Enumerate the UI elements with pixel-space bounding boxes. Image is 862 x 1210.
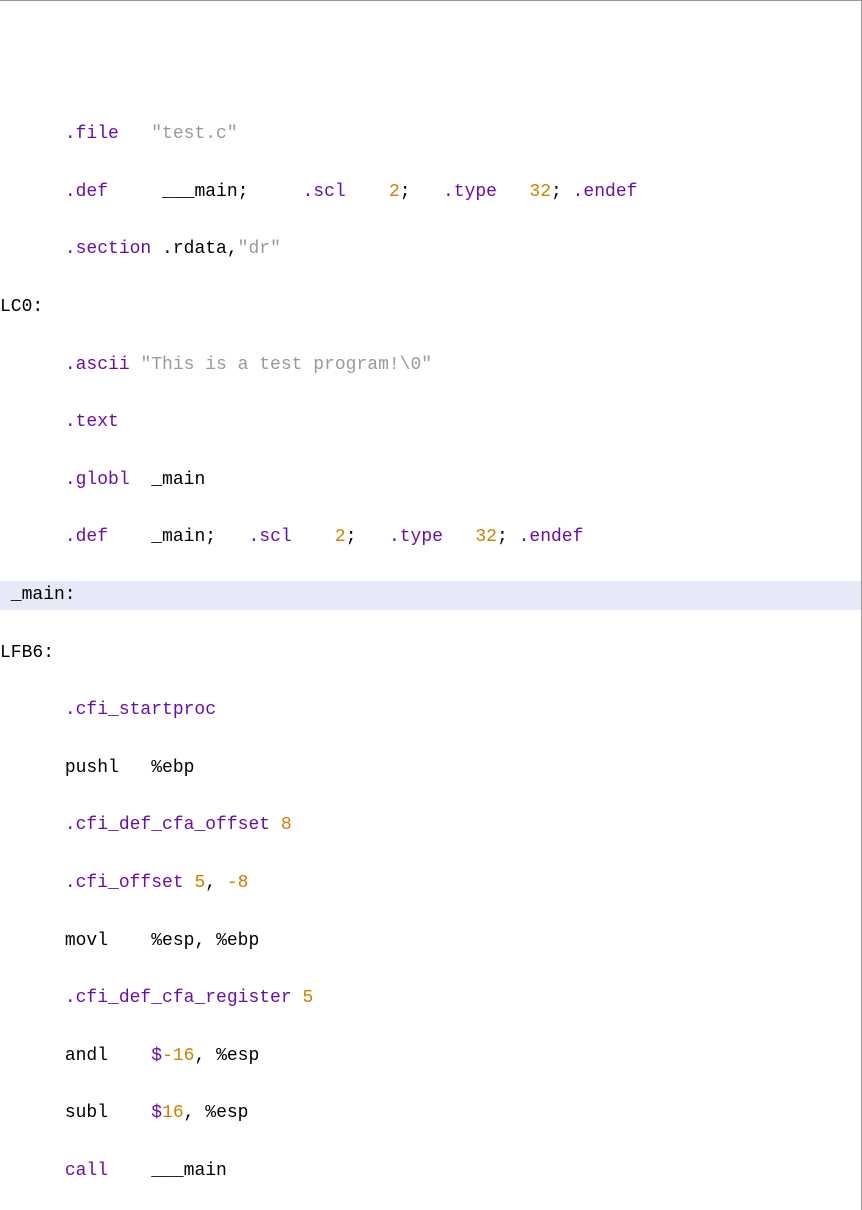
string-literal: "This is a test program!\0" — [140, 355, 432, 375]
opcode: call — [65, 1161, 108, 1181]
number: 5 — [194, 873, 205, 893]
code-line: movl %esp, %ebp — [0, 927, 861, 956]
dollar: $ — [151, 1046, 162, 1066]
register: %ebp — [151, 758, 194, 778]
directive: .globl — [65, 470, 130, 490]
number: 2 — [389, 182, 400, 202]
code-line-highlighted: _main: — [0, 581, 861, 610]
code-line: .cfi_startproc — [0, 696, 861, 725]
directive: .ascii — [65, 355, 130, 375]
code-line: LC0: — [0, 293, 861, 322]
directive: .endef — [519, 527, 584, 547]
directive: .cfi_offset — [65, 873, 184, 893]
register: %ebp — [216, 931, 259, 951]
register: %esp — [151, 931, 194, 951]
directive: .endef — [573, 182, 638, 202]
directive: .cfi_startproc — [65, 700, 216, 720]
code-line: .text — [0, 408, 861, 437]
identifier: _main — [151, 470, 205, 490]
opcode: movl — [65, 931, 108, 951]
number: -16 — [162, 1046, 194, 1066]
number: 8 — [281, 815, 292, 835]
directive: .cfi_def_cfa_offset — [65, 815, 270, 835]
code-line: .section .rdata,"dr" — [0, 235, 861, 264]
identifier: _main — [151, 527, 205, 547]
register: %esp — [216, 1046, 259, 1066]
number: 5 — [302, 988, 313, 1008]
string-literal: "test.c" — [151, 124, 237, 144]
code-line: .cfi_def_cfa_register 5 — [0, 984, 861, 1013]
opcode: pushl — [65, 758, 119, 778]
code-line: .cfi_def_cfa_offset 8 — [0, 811, 861, 840]
identifier: .rdata — [162, 239, 227, 259]
code-line: LFB6: — [0, 639, 861, 668]
register: %esp — [205, 1103, 248, 1123]
identifier: ___main — [151, 1161, 227, 1181]
dollar: $ — [151, 1103, 162, 1123]
label: _main: — [0, 585, 76, 605]
directive: .def — [65, 182, 108, 202]
directive: .type — [443, 182, 497, 202]
opcode: andl — [65, 1046, 108, 1066]
directive: .file — [65, 124, 119, 144]
number: 2 — [335, 527, 346, 547]
label: LFB6: — [0, 643, 54, 663]
identifier: ___main — [162, 182, 238, 202]
code-line: .file "test.c" — [0, 120, 861, 149]
label: LC0: — [0, 297, 43, 317]
opcode: subl — [65, 1103, 108, 1123]
code-line: .cfi_offset 5, -8 — [0, 869, 861, 898]
code-line: .globl _main — [0, 466, 861, 495]
directive: .scl — [248, 527, 291, 547]
code-line: call ___main — [0, 1157, 861, 1186]
directive: .type — [389, 527, 443, 547]
code-line: pushl %ebp — [0, 754, 861, 783]
code-line: .def _main; .scl 2; .type 32; .endef — [0, 523, 861, 552]
string-literal: "dr" — [238, 239, 281, 259]
number: 32 — [529, 182, 551, 202]
code-line: subl $16, %esp — [0, 1099, 861, 1128]
directive: .def — [65, 527, 108, 547]
directive: .cfi_def_cfa_register — [65, 988, 292, 1008]
number: 32 — [475, 527, 497, 547]
directive: .text — [65, 412, 119, 432]
number: -8 — [227, 873, 249, 893]
number: 16 — [162, 1103, 184, 1123]
code-line: .ascii "This is a test program!\0" — [0, 351, 861, 380]
code-line: .def ___main; .scl 2; .type 32; .endef — [0, 178, 861, 207]
directive: .scl — [303, 182, 346, 202]
code-line: andl $-16, %esp — [0, 1042, 861, 1071]
directive: .section — [65, 239, 151, 259]
